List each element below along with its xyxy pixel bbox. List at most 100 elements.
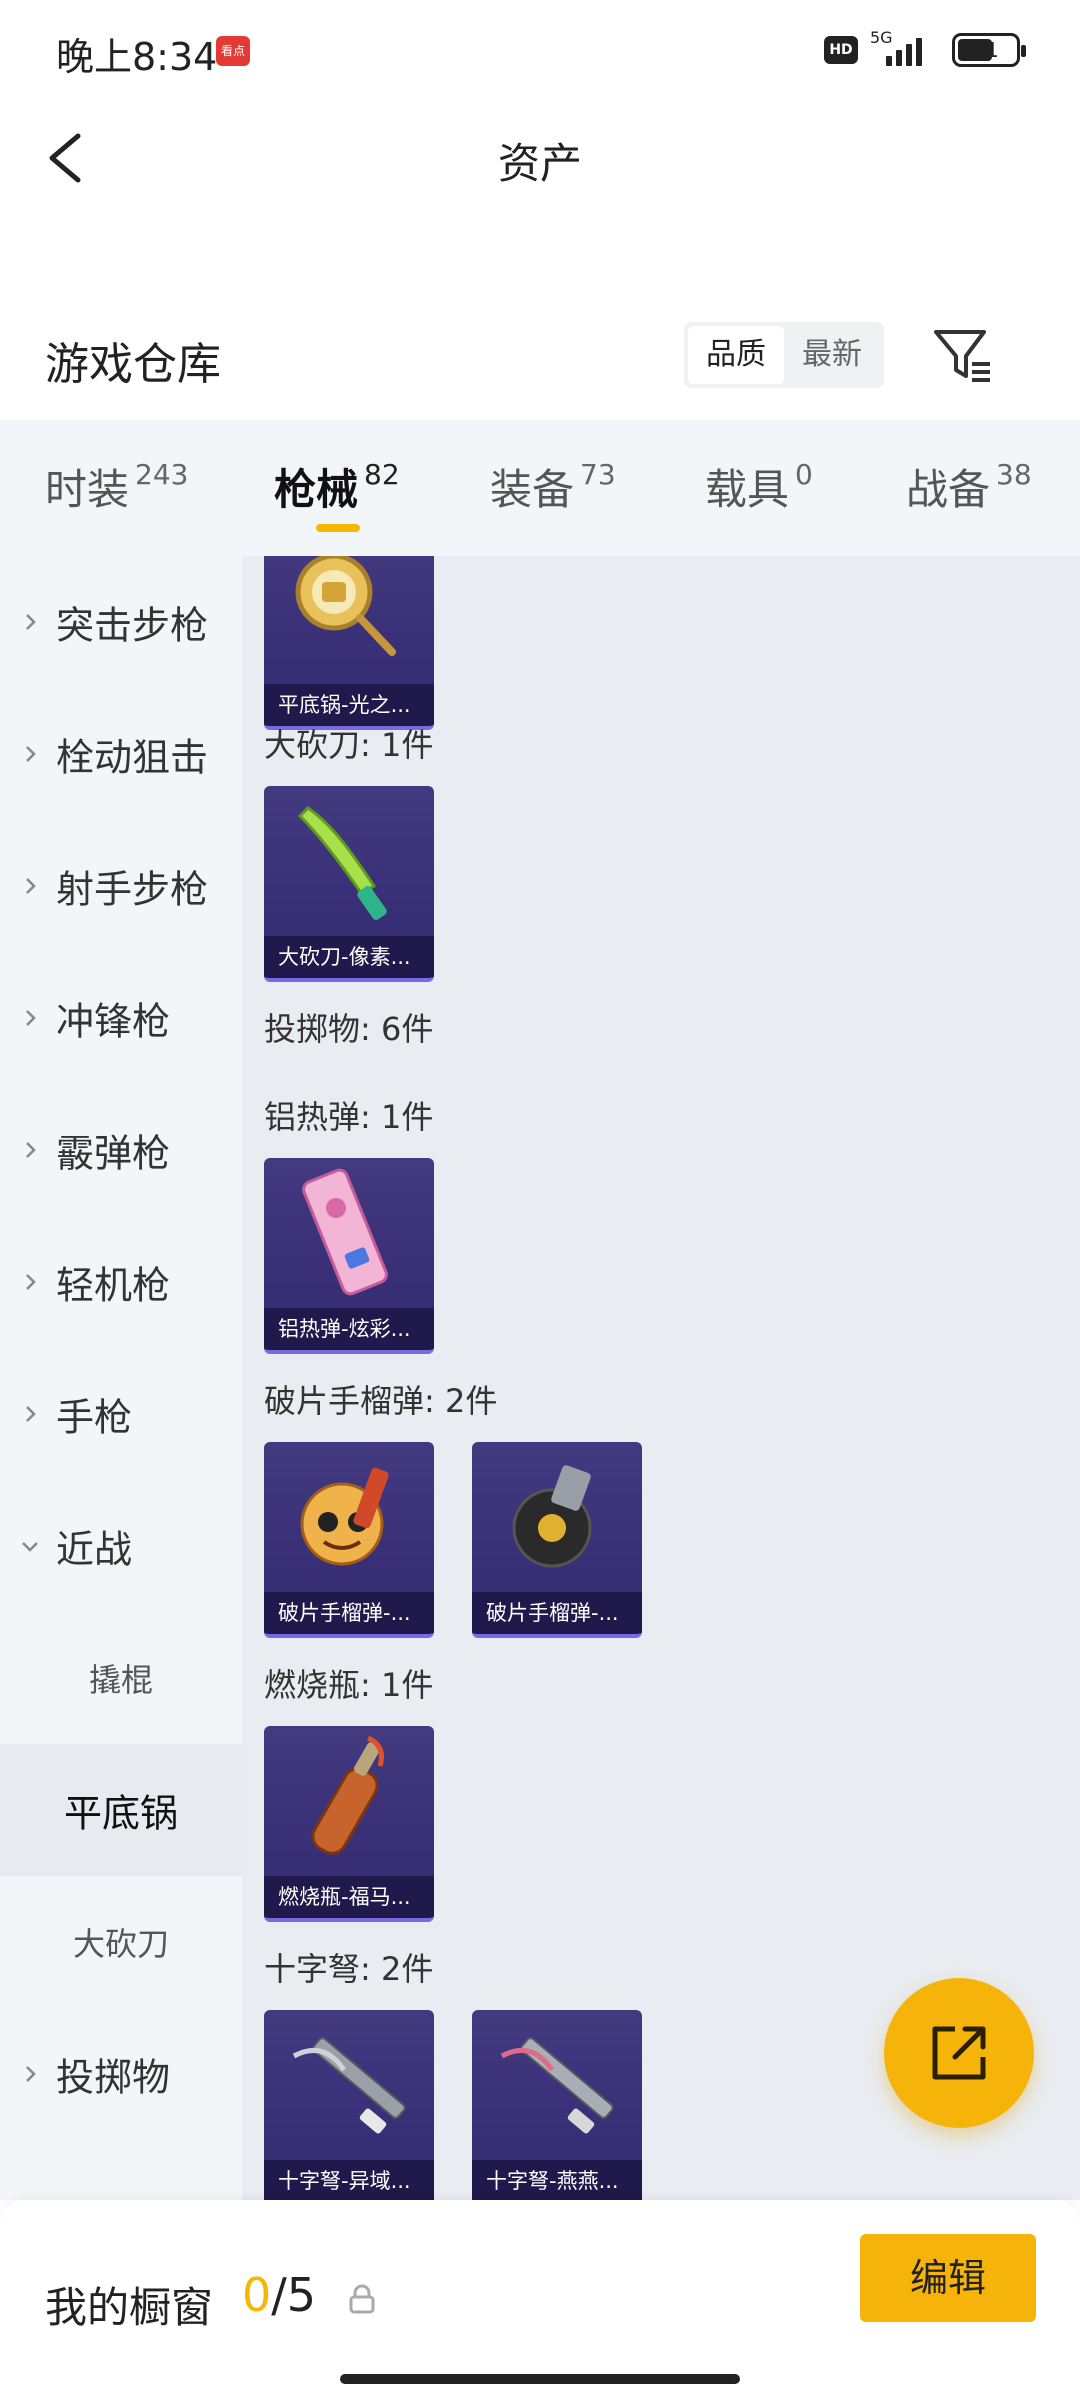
item-name: 大砍刀-像素... bbox=[264, 936, 434, 978]
item-card[interactable]: 破片手榴弹-... bbox=[264, 1442, 434, 1638]
item-name: 燃烧瓶-福马... bbox=[264, 1876, 434, 1918]
app-header: 资产 bbox=[0, 100, 1080, 210]
tab-firearms[interactable]: 枪械 82 bbox=[274, 456, 400, 517]
tab-count: 82 bbox=[364, 458, 400, 491]
tab-count: 0 bbox=[795, 458, 813, 491]
home-indicator[interactable] bbox=[340, 2374, 740, 2384]
status-bar: 晚上8:34 看点 HD 5G 61 bbox=[0, 0, 1080, 100]
group-heading: 燃烧瓶: 1件 bbox=[264, 1666, 434, 1704]
chevron-right-icon bbox=[26, 614, 36, 630]
share-icon bbox=[932, 2026, 986, 2080]
item-card[interactable]: 破片手榴弹-... bbox=[472, 1442, 642, 1638]
chevron-right-icon bbox=[26, 2066, 36, 2082]
sidebar-subitem-crowbar[interactable]: 撬棍 bbox=[0, 1612, 242, 1744]
tab-label: 枪械 bbox=[274, 465, 359, 514]
frying-pan-icon bbox=[295, 556, 396, 656]
item-card[interactable]: 十字弩-异域... bbox=[264, 2010, 434, 2200]
sidebar-subitem-machete[interactable]: 大砍刀 bbox=[0, 1876, 242, 2008]
status-time: 晚上8:34 bbox=[56, 35, 218, 79]
sort-toggle: 品质 最新 bbox=[684, 322, 884, 388]
lock-icon bbox=[349, 2284, 375, 2314]
sort-newest-button[interactable]: 最新 bbox=[784, 326, 880, 384]
notification-app-icon: 看点 bbox=[216, 36, 250, 66]
tab-equipment[interactable]: 装备 73 bbox=[490, 456, 616, 517]
item-card[interactable]: 十字弩-燕燕... bbox=[472, 2010, 642, 2200]
sidebar-item-label: 轻机枪 bbox=[56, 1263, 171, 1308]
edit-button[interactable]: 编辑 bbox=[860, 2234, 1036, 2322]
group-heading: 铝热弹: 1件 bbox=[264, 1098, 434, 1136]
page-title: 资产 bbox=[497, 139, 582, 188]
showcase-label: 我的橱窗 bbox=[45, 2283, 214, 2332]
tab-count: 38 bbox=[996, 458, 1032, 491]
sidebar-item-label: 平底锅 bbox=[63, 1791, 178, 1836]
battery-percent: 61 bbox=[973, 38, 999, 62]
weapon-category-sidebar: 突击步枪 栓动狙击 射手步枪 冲锋枪 霰弹枪 轻机枪 手枪 近战 撬棍 平底锅 … bbox=[0, 556, 242, 2200]
sidebar-item-pistol[interactable]: 手枪 bbox=[0, 1348, 242, 1480]
sidebar-item-bolt-sniper[interactable]: 栓动狙击 bbox=[0, 688, 242, 820]
showcase-total: /5 bbox=[271, 2268, 317, 2322]
tab-fashion[interactable]: 时装 243 bbox=[45, 456, 188, 517]
sidebar-item-label: 栓动狙击 bbox=[56, 735, 209, 780]
sidebar-item-throwables[interactable]: 投掷物 bbox=[0, 2008, 242, 2140]
section-title: 游戏仓库 bbox=[45, 339, 221, 390]
sidebar-item-label: 冲锋枪 bbox=[56, 999, 171, 1044]
frag-grenade-icon bbox=[512, 1465, 592, 1568]
chevron-right-icon bbox=[26, 878, 36, 894]
battery-icon: 61 bbox=[952, 33, 1026, 67]
thermite-grenade-icon bbox=[302, 1168, 388, 1296]
sidebar-item-marksman-rifle[interactable]: 射手步枪 bbox=[0, 820, 242, 952]
molotov-icon bbox=[311, 1735, 384, 1855]
item-name: 十字弩-异域... bbox=[264, 2160, 434, 2200]
group-heading: 大砍刀: 1件 bbox=[264, 726, 434, 764]
item-card[interactable]: 铝热弹-炫彩... bbox=[264, 1158, 434, 1354]
sidebar-item-label: 近战 bbox=[56, 1527, 133, 1572]
tab-count: 73 bbox=[580, 458, 616, 491]
sidebar-subitem-frying-pan[interactable]: 平底锅 bbox=[0, 1744, 242, 1876]
signal-icon: 5G bbox=[870, 28, 940, 70]
sidebar-item-label: 突击步枪 bbox=[56, 603, 209, 648]
crossbow-icon bbox=[292, 2037, 406, 2134]
filter-icon bbox=[934, 330, 990, 382]
share-button[interactable] bbox=[884, 1978, 1034, 2128]
chevron-right-icon bbox=[26, 1274, 36, 1290]
sort-quality-button[interactable]: 品质 bbox=[688, 326, 784, 384]
sidebar-item-assault-rifle[interactable]: 突击步枪 bbox=[0, 556, 242, 688]
sidebar-item-label: 投掷物 bbox=[56, 2055, 171, 2100]
frag-grenade-icon bbox=[300, 1467, 389, 1566]
tab-count: 243 bbox=[135, 458, 189, 491]
active-tab-indicator bbox=[316, 524, 360, 532]
sidebar-item-melee[interactable]: 近战 bbox=[0, 1480, 242, 1612]
sidebar-item-smg[interactable]: 冲锋枪 bbox=[0, 952, 242, 1084]
group-heading: 破片手榴弹: 2件 bbox=[264, 1382, 498, 1420]
hd-icon: HD bbox=[824, 36, 858, 64]
chevron-down-icon bbox=[22, 1542, 38, 1552]
chevron-right-icon bbox=[26, 746, 36, 762]
chevron-right-icon bbox=[26, 1406, 36, 1422]
filter-button[interactable] bbox=[930, 322, 996, 388]
item-card[interactable]: 大砍刀-像素... bbox=[264, 786, 434, 982]
chevron-right-icon bbox=[26, 1010, 36, 1026]
group-heading: 十字弩: 2件 bbox=[264, 1950, 434, 1988]
item-name: 破片手榴弹-... bbox=[472, 1592, 642, 1634]
sidebar-item-label: 大砍刀 bbox=[72, 1925, 169, 1963]
item-card[interactable]: 平底锅-光之... bbox=[264, 556, 434, 730]
sidebar-item-label: 霰弹枪 bbox=[56, 1131, 171, 1176]
sidebar-item-label: 撬棍 bbox=[88, 1661, 153, 1699]
status-icons: HD 5G 61 bbox=[824, 28, 1026, 70]
showcase-count: 0/5 bbox=[242, 2268, 316, 2322]
tab-label: 装备 bbox=[490, 465, 575, 514]
tab-label: 战备 bbox=[906, 465, 991, 514]
warehouse-section-header: 游戏仓库 品质 最新 bbox=[0, 300, 1080, 420]
showcase-bar: 我的橱窗 0/5 编辑 bbox=[0, 2200, 1080, 2400]
crossbow-icon bbox=[500, 2037, 614, 2134]
item-card[interactable]: 燃烧瓶-福马... bbox=[264, 1726, 434, 1922]
tab-combat-supplies[interactable]: 战备 38 bbox=[906, 456, 1032, 517]
item-name: 铝热弹-炫彩... bbox=[264, 1308, 434, 1350]
showcase-current: 0 bbox=[242, 2268, 272, 2322]
item-list: 平底锅-光之... 大砍刀: 1件 大砍刀-像素... 投掷物: 6件 铝热弹:… bbox=[242, 556, 1080, 2200]
tab-label: 载具 bbox=[705, 465, 790, 514]
sidebar-item-lmg[interactable]: 轻机枪 bbox=[0, 1216, 242, 1348]
tab-vehicles[interactable]: 载具 0 bbox=[705, 456, 813, 517]
sidebar-item-label: 手枪 bbox=[56, 1395, 133, 1440]
sidebar-item-shotgun[interactable]: 霰弹枪 bbox=[0, 1084, 242, 1216]
